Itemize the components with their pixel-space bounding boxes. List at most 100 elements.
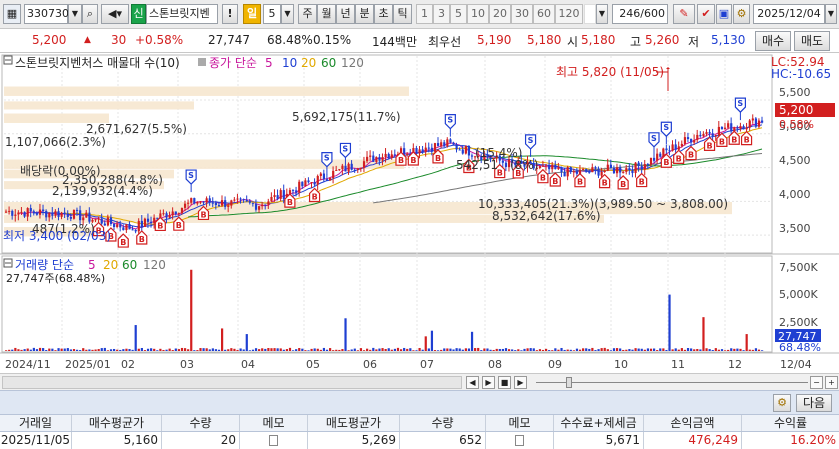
vp-label-0: 5,692,175(11.7%) [292, 110, 401, 124]
candle-body [541, 165, 545, 167]
volume-bar [452, 349, 455, 351]
period-day-button[interactable]: 일 [243, 4, 261, 24]
speaker-icon[interactable]: ◀▾ [101, 4, 129, 24]
period-tick-button[interactable]: 틱 [393, 4, 412, 24]
volume-bar [205, 348, 208, 351]
check-icon[interactable]: ✔ [697, 4, 715, 24]
stock-code-input[interactable]: 330730 [24, 4, 69, 24]
table-row[interactable]: 2025/11/05 5,160 20 5,269 652 5,671 476,… [0, 432, 839, 449]
period-month-button[interactable]: 월 [317, 4, 336, 24]
table-settings-icon[interactable]: ⚙ [773, 394, 791, 412]
candle-body [258, 206, 261, 210]
interval-30-button[interactable]: 30 [511, 4, 533, 24]
zoom-out-icon[interactable]: − [810, 376, 823, 389]
candle-body [640, 166, 643, 170]
row-sell-memo[interactable] [486, 432, 554, 449]
volume-bar [254, 348, 258, 351]
volume-bar [609, 350, 612, 351]
volume-bar [29, 349, 32, 351]
candle-body [572, 171, 575, 173]
buy-marker-letter: B [176, 221, 182, 230]
candle-body [146, 218, 150, 222]
volume-bar [415, 350, 418, 351]
interval-1-button[interactable]: 1 [416, 4, 433, 24]
volume-bar [35, 349, 39, 351]
period-second-button[interactable]: 초 [374, 4, 393, 24]
scroll-left-icon[interactable]: ◀ [466, 376, 479, 389]
chart-area[interactable]: BBBBBBBBBBBBBBBBBBBBBBBBBBBBSSSSSSSS 스톤브… [0, 53, 839, 373]
candle-body [298, 181, 301, 193]
candle-body [251, 202, 255, 204]
period-year-button[interactable]: 년 [336, 4, 355, 24]
candle-body [11, 210, 14, 216]
candle-body [150, 221, 153, 224]
period-week-button[interactable]: 주 [298, 4, 317, 24]
volume-bar [60, 348, 63, 351]
volume-bar [113, 348, 116, 351]
search-icon[interactable]: ⌕ [82, 4, 98, 24]
date-input[interactable]: 2025/12/04 [753, 4, 825, 24]
stock-chart[interactable]: BBB BB BBBBB B BBB BB B B B B BB B BB B B BSSSSS SSS 스톤브… [0, 53, 839, 373]
calendar-dropdown-icon[interactable]: ▼ [825, 4, 837, 24]
scroll-right-icon[interactable]: ▶ [514, 376, 527, 389]
grid-menu-icon[interactable]: ▦ [3, 4, 21, 24]
zoom-in-icon[interactable]: + [825, 376, 838, 389]
candle-body [631, 170, 634, 174]
volume-bar [319, 349, 322, 351]
sell-button[interactable]: 매도 [794, 31, 831, 51]
candle-body [575, 171, 579, 174]
code-dropdown-icon[interactable]: ▼ [68, 4, 82, 24]
volume-bar [554, 348, 557, 351]
volume-bar [285, 349, 288, 351]
volume-bar [267, 348, 270, 351]
volume-bar [748, 349, 751, 351]
interval-3-button[interactable]: 3 [433, 4, 450, 24]
candle-body [156, 217, 159, 219]
candle-body [662, 148, 665, 157]
play-icon[interactable]: ▶ [482, 376, 495, 389]
period-num-input[interactable]: 5 [263, 4, 281, 24]
zoom-slider-handle[interactable] [566, 377, 572, 388]
candle-body [227, 205, 230, 207]
scroll-track[interactable] [2, 376, 462, 389]
buy-button[interactable]: 매수 [755, 31, 792, 51]
volume-bar [492, 349, 495, 351]
candle-body [29, 208, 32, 212]
interval-60-button[interactable]: 60 [533, 4, 555, 24]
x-tick-07: 07 [420, 358, 434, 371]
interval-dropdown-icon[interactable]: ▼ [596, 4, 608, 24]
gear-icon[interactable]: ⚙ [733, 4, 750, 24]
interval-5-button[interactable]: 5 [450, 4, 467, 24]
candle-body [48, 212, 51, 218]
interval-custom-input[interactable] [584, 4, 596, 24]
volume-bar [723, 350, 727, 351]
chart-scrollbar[interactable]: ◀ ▶ ■ ▶ − + [0, 373, 839, 390]
save-icon[interactable]: ▣ [716, 4, 732, 24]
volume-bar [572, 350, 575, 351]
bar-count-input[interactable]: 246/600 [612, 4, 668, 24]
volume-bar [575, 348, 579, 351]
tools-icon[interactable]: ✎ [673, 4, 695, 24]
volume-bar [757, 349, 761, 351]
volume-bar [541, 349, 545, 351]
alert-button[interactable]: ! [222, 4, 238, 24]
volume-bar [261, 348, 264, 351]
memo-icon[interactable] [269, 435, 278, 446]
stop-icon[interactable]: ■ [498, 376, 511, 389]
zoom-slider-track[interactable] [536, 382, 808, 383]
interval-20-button[interactable]: 20 [489, 4, 511, 24]
volume-profile-bar [4, 101, 194, 110]
volume-bar [597, 349, 600, 351]
next-button[interactable]: 다음 [796, 394, 832, 412]
candle-body [109, 217, 113, 224]
period-dropdown-icon[interactable]: ▼ [281, 4, 294, 24]
period-minute-button[interactable]: 분 [355, 4, 374, 24]
volume-bar [72, 349, 76, 351]
candle-body [131, 229, 134, 231]
volume-bar [94, 349, 97, 351]
row-buy-memo[interactable] [240, 432, 308, 449]
candle-body [554, 164, 557, 170]
interval-10-button[interactable]: 10 [467, 4, 489, 24]
memo-icon[interactable] [515, 435, 524, 446]
interval-120-button[interactable]: 120 [555, 4, 583, 24]
